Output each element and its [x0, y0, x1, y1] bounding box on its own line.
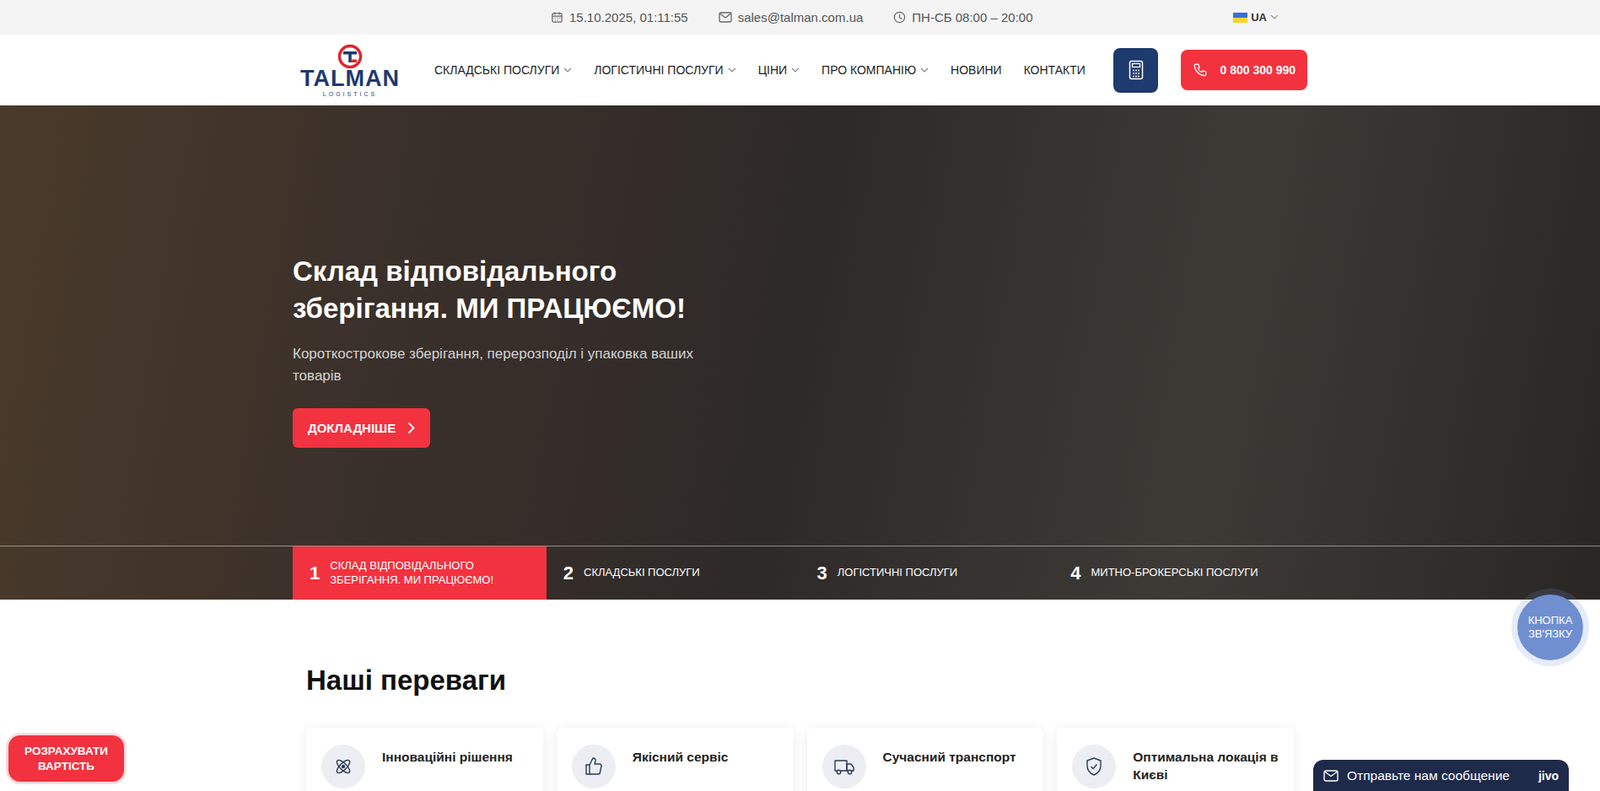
chevron-down-icon: [727, 67, 737, 74]
advantage-label: Інноваційні рішення: [382, 744, 513, 767]
header: TALMANLOGISTICS СКЛАДСЬКІ ПОСЛУГИ ЛОГІСТИЧ…: [0, 34, 1600, 106]
advantage-card: Оптимальна локація в Києві: [1056, 727, 1294, 791]
slide-label[interactable]: СКЛАД ВІДПОВІДАЛЬНОГО ЗБЕРІГАННЯ. МИ ПРА…: [329, 559, 530, 588]
slide-tab[interactable]: 3 ЛОГІСТИЧНІ ПОСЛУГИ: [800, 546, 1055, 600]
date-time: 15.10.2025, 01:11:55: [550, 10, 689, 25]
nav-item[interactable]: ЛОГІСТИЧНІ ПОСЛУГИ: [593, 63, 736, 77]
hero-inner: Склад відповідальногозберігання. МИ ПРАЦ…: [292, 105, 1308, 448]
phone-button[interactable]: 0 800 300 990: [1180, 49, 1308, 91]
nav-item[interactable]: КОНТАКТИ: [1023, 63, 1086, 77]
chat-widget[interactable]: Отправьте нам сообщение jivo: [1313, 759, 1569, 791]
language-switcher[interactable]: UA: [1233, 10, 1279, 24]
chat-brand: jivo: [1538, 769, 1559, 783]
hero-title: Склад відповідальногозберігання. МИ ПРАЦ…: [292, 253, 1308, 327]
chevron-down-icon: [791, 67, 800, 74]
working-hours: ПН-СБ 08:00 – 20:00: [893, 10, 1033, 25]
hero-subtitle: Короткострокове зберігання, перерозподіл…: [292, 343, 715, 387]
logo-name[interactable]: TALMAN: [300, 67, 400, 91]
clock-icon: [893, 10, 906, 24]
slide-number[interactable]: 3: [817, 562, 828, 585]
ukraine-flag-icon: [1233, 12, 1248, 23]
nav-item-label[interactable]: НОВИНИ: [950, 63, 1003, 77]
arrow-right-icon: [407, 421, 415, 435]
working-hours-text: ПН-СБ 08:00 – 20:00: [911, 10, 1033, 25]
main-nav: СКЛАДСЬКІ ПОСЛУГИ ЛОГІСТИЧНІ ПОСЛУГИ ЦІНИ П…: [434, 63, 1086, 77]
advantage-card: Сучасний транспорт: [807, 727, 1045, 791]
chat-label[interactable]: Отправьте нам сообщение: [1346, 768, 1510, 784]
advantages-title: Наші переваги: [306, 663, 1294, 698]
nav-item[interactable]: ЦІНИ: [758, 63, 800, 77]
hero-title-line: Склад відповідального: [292, 253, 1308, 291]
advantages-inner: Наші переваги Інноваційні рішення Якісний …: [292, 663, 1308, 791]
slide-label[interactable]: МИТНО-БРОКЕРСЬКІ ПОСЛУГИ: [1091, 565, 1259, 580]
envelope-icon: [718, 11, 733, 23]
nav-item[interactable]: ПРО КОМПАНІЮ: [821, 63, 929, 77]
top-bar-inner: 15.10.2025, 01:11:55 sales@talman.com.ua П…: [292, 0, 1308, 35]
shield-icon: [1072, 744, 1116, 789]
calculator-button[interactable]: [1113, 48, 1159, 93]
slide-label[interactable]: СКЛАДСЬКІ ПОСЛУГИ: [583, 565, 701, 580]
more-button[interactable]: ДОКЛАДНІШЕ: [292, 408, 431, 448]
advantage-card: Інноваційні рішення: [306, 727, 544, 791]
thumb-icon: [571, 744, 616, 789]
more-button-label[interactable]: ДОКЛАДНІШЕ: [307, 420, 396, 436]
nav-item-label[interactable]: ПРО КОМПАНІЮ: [821, 63, 916, 77]
slide-tabs: 1 СКЛАД ВІДПОВІДАЛЬНОГО ЗБЕРІГАННЯ. МИ ПР…: [0, 545, 1600, 600]
phone-icon: [1192, 62, 1208, 78]
email-link-text[interactable]: sales@talman.com.ua: [738, 10, 864, 25]
nav-item-label[interactable]: КОНТАКТИ: [1023, 63, 1086, 77]
calculate-cost-button[interactable]: РОЗРАХУВАТИ ВАРТІСТЬ: [8, 735, 124, 782]
header-inner: TALMANLOGISTICS СКЛАДСЬКІ ПОСЛУГИ ЛОГІСТИЧ…: [292, 34, 1308, 106]
calculator-icon: [1128, 59, 1144, 81]
nav-item-label[interactable]: СКЛАДСЬКІ ПОСЛУГИ: [434, 63, 560, 77]
advantage-label: Оптимальна локація в Києві: [1132, 744, 1279, 785]
contact-button-label[interactable]: КНОПКА ЗВ'ЯЗКУ: [1517, 594, 1584, 661]
slide-tab[interactable]: 4 МИТНО-БРОКЕРСЬКІ ПОСЛУГИ: [1053, 546, 1308, 600]
slide-label[interactable]: ЛОГІСТИЧНІ ПОСЛУГИ: [837, 565, 958, 580]
logo-emblem-icon: [337, 43, 363, 70]
header-actions: 0 800 300 990: [1113, 48, 1308, 93]
chevron-down-icon: [563, 67, 572, 74]
nav-item[interactable]: СКЛАДСЬКІ ПОСЛУГИ: [434, 63, 572, 77]
slide-number[interactable]: 1: [309, 562, 320, 585]
advantage-cards: Інноваційні рішення Якісний сервіс Сучасни…: [306, 727, 1294, 791]
contact-info: 15.10.2025, 01:11:55 sales@talman.com.ua П…: [550, 10, 1034, 25]
truck-icon: [822, 744, 867, 789]
phone-number[interactable]: 0 800 300 990: [1219, 63, 1296, 77]
slide-number[interactable]: 2: [563, 562, 574, 585]
advantage-label: Сучасний транспорт: [883, 744, 1017, 767]
slide-tab[interactable]: 1 СКЛАД ВІДПОВІДАЛЬНОГО ЗБЕРІГАННЯ. МИ ПР…: [292, 546, 547, 600]
advantage-card: Якісний сервіс: [556, 727, 794, 791]
atom-icon: [321, 744, 366, 789]
advantage-label: Якісний сервіс: [632, 744, 729, 767]
nav-item-label[interactable]: ЛОГІСТИЧНІ ПОСЛУГИ: [593, 63, 723, 77]
email-link[interactable]: sales@talman.com.ua: [718, 10, 864, 25]
nav-item[interactable]: НОВИНИ: [950, 63, 1003, 77]
language-label[interactable]: UA: [1250, 10, 1267, 24]
chevron-down-icon: [920, 67, 929, 74]
hero-content: Склад відповідальногозберігання. МИ ПРАЦ…: [0, 105, 1600, 546]
logo-tagline[interactable]: LOGISTICS: [323, 91, 378, 97]
hero-title-line: зберігання. МИ ПРАЦЮЄМО!: [292, 290, 1308, 328]
contact-button[interactable]: КНОПКА ЗВ'ЯЗКУ: [1511, 588, 1590, 667]
hero-slider: Склад відповідальногозберігання. МИ ПРАЦ…: [0, 105, 1600, 600]
date-time-text: 15.10.2025, 01:11:55: [569, 10, 689, 25]
chevron-down-icon: [1270, 14, 1279, 21]
calendar-icon: [550, 10, 564, 24]
nav-item-label[interactable]: ЦІНИ: [758, 63, 787, 77]
top-bar: 15.10.2025, 01:11:55 sales@talman.com.ua П…: [0, 0, 1600, 35]
slide-number[interactable]: 4: [1070, 562, 1081, 585]
logo[interactable]: TALMANLOGISTICS: [292, 43, 408, 97]
slide-tabs-inner: 1 СКЛАД ВІДПОВІДАЛЬНОГО ЗБЕРІГАННЯ. МИ ПР…: [292, 546, 1308, 600]
slide-tab[interactable]: 2 СКЛАДСЬКІ ПОСЛУГИ: [546, 546, 801, 600]
envelope-icon: [1323, 770, 1339, 782]
